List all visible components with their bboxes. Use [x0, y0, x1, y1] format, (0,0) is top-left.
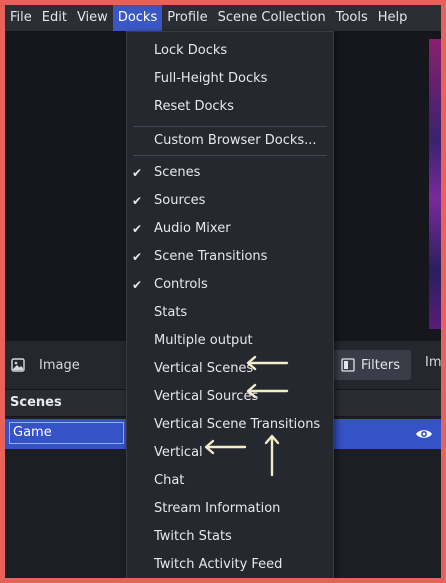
menu-item-multiple-output[interactable]: Multiple output [127, 327, 333, 355]
arrow-left-icon [246, 355, 289, 371]
scene-name-field[interactable]: Game [9, 422, 124, 444]
arrow-left-icon [246, 383, 289, 399]
menu-scene-collection[interactable]: Scene Collection [213, 5, 331, 31]
menu-item-label: Twitch Activity Feed [154, 557, 283, 572]
check-icon: ✔ [132, 222, 143, 236]
image-properties-button[interactable]: Image [11, 353, 80, 377]
menu-item-vertical-sources[interactable]: Vertical Sources [127, 383, 333, 411]
menu-item-twitch-stats[interactable]: Twitch Stats [127, 523, 333, 551]
menu-item-label: Vertical [154, 445, 203, 460]
arrow-left-icon [204, 439, 247, 455]
preview-game-image [429, 39, 441, 329]
menu-item-label: Stream Information [154, 501, 281, 516]
menu-item-scenes[interactable]: ✔ Scenes [127, 159, 333, 187]
menu-item-label: Full-Height Docks [154, 71, 268, 86]
docks-dropdown-menu: Lock Docks Full-Height Docks Reset Docks… [126, 31, 334, 578]
menu-item-twitch-activity-feed[interactable]: Twitch Activity Feed [127, 551, 333, 578]
menu-item-chat[interactable]: Chat [127, 467, 333, 495]
menu-item-label: Vertical Scenes [154, 361, 254, 376]
check-icon: ✔ [132, 166, 143, 180]
menu-item-label: Custom Browser Docks... [154, 133, 317, 148]
check-icon: ✔ [132, 250, 143, 264]
menu-item-reset-docks[interactable]: Reset Docks [127, 93, 333, 121]
menu-help[interactable]: Help [373, 5, 413, 31]
menu-item-label: Chat [154, 473, 185, 488]
menu-item-label: Twitch Stats [154, 529, 232, 544]
menu-item-label: Stats [154, 305, 188, 320]
check-icon: ✔ [132, 278, 143, 292]
menu-docks[interactable]: Docks [112, 5, 163, 31]
menu-item-label: Vertical Scene Transitions [154, 417, 321, 432]
filters-button[interactable]: Filters [331, 350, 411, 380]
menu-item-custom-browser-docks[interactable]: Custom Browser Docks... [127, 127, 333, 155]
menu-item-full-height-docks[interactable]: Full-Height Docks [127, 65, 333, 93]
menu-item-label: Audio Mixer [154, 221, 231, 236]
menu-item-label: Controls [154, 277, 208, 292]
menu-item-stream-information[interactable]: Stream Information [127, 495, 333, 523]
obs-window: File Edit View Docks Profile Scene Colle… [5, 5, 441, 578]
menu-item-label: Sources [154, 193, 206, 208]
filters-icon [341, 358, 355, 372]
scenes-title: Scenes [10, 395, 62, 410]
eye-icon[interactable] [415, 426, 433, 442]
menu-item-vertical-scenes[interactable]: Vertical Scenes [127, 355, 333, 383]
menu-item-stats[interactable]: Stats [127, 299, 333, 327]
menu-item-audio-mixer[interactable]: ✔ Audio Mixer [127, 215, 333, 243]
menu-profile[interactable]: Profile [162, 5, 212, 31]
menu-item-label: Scene Transitions [154, 249, 268, 264]
menu-item-label: Lock Docks [154, 43, 228, 58]
arrow-up-icon [264, 434, 280, 477]
menu-item-sources[interactable]: ✔ Sources [127, 187, 333, 215]
image-label: Image [39, 357, 80, 373]
more-toolbar-button[interactable]: Im [425, 355, 441, 370]
menu-file[interactable]: File [5, 5, 37, 31]
menu-item-label: Scenes [154, 165, 201, 180]
check-icon: ✔ [132, 194, 143, 208]
menu-item-lock-docks[interactable]: Lock Docks [127, 37, 333, 65]
menu-item-vertical-scene-transitions[interactable]: Vertical Scene Transitions [127, 411, 333, 439]
menu-item-scene-transitions[interactable]: ✔ Scene Transitions [127, 243, 333, 271]
image-icon [11, 358, 25, 372]
menu-tools[interactable]: Tools [331, 5, 373, 31]
menubar: File Edit View Docks Profile Scene Colle… [5, 5, 441, 31]
menu-item-label: Multiple output [154, 333, 253, 348]
menu-view[interactable]: View [72, 5, 113, 31]
menu-item-controls[interactable]: ✔ Controls [127, 271, 333, 299]
menu-item-label: Reset Docks [154, 99, 234, 114]
menu-separator [133, 155, 327, 156]
filters-label: Filters [361, 357, 400, 373]
menu-edit[interactable]: Edit [37, 5, 72, 31]
